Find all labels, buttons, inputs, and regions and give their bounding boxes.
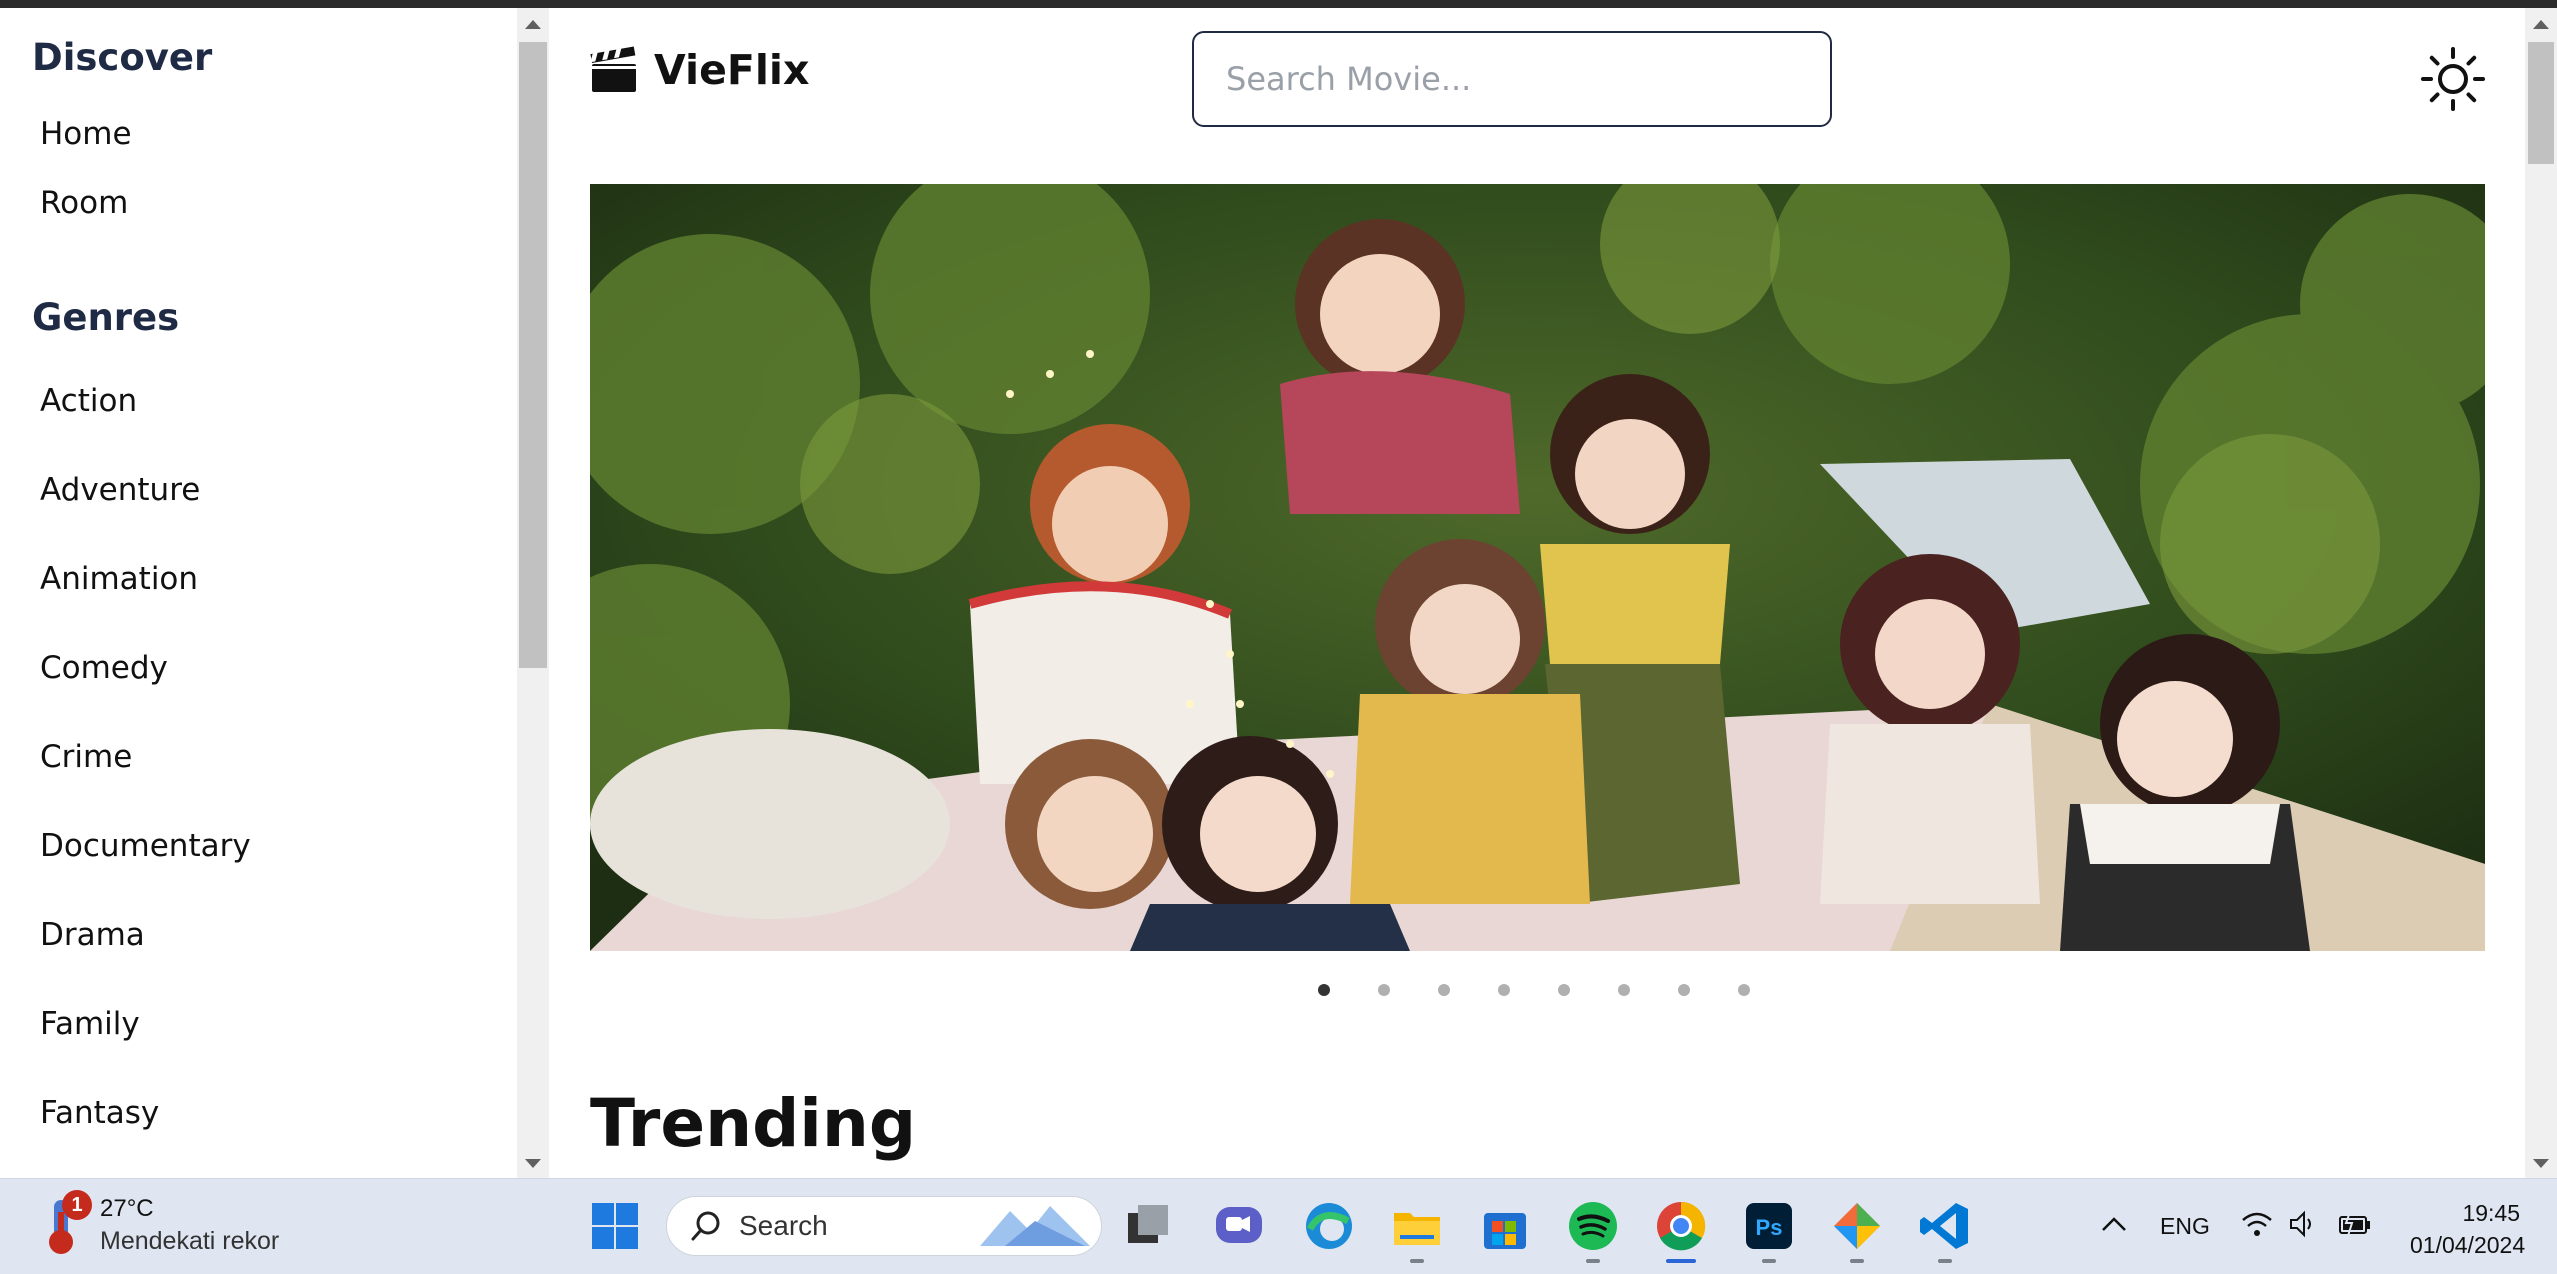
sidebar-scroll-thumb[interactable] xyxy=(519,42,547,668)
running-indicator xyxy=(1938,1259,1952,1263)
start-icon[interactable] xyxy=(588,1199,642,1253)
group-photo-illustration xyxy=(590,184,2485,951)
carousel-dot[interactable] xyxy=(1678,984,1690,996)
search-icon xyxy=(691,1211,720,1241)
taskbar-search[interactable]: Search xyxy=(666,1196,1102,1256)
sidebar-scrollbar[interactable] xyxy=(517,8,549,1178)
language-indicator[interactable]: ENG xyxy=(2160,1213,2210,1240)
file-explorer-icon[interactable] xyxy=(1390,1199,1444,1253)
search-highlight-icon xyxy=(980,1206,1090,1246)
weather-alert-badge: 1 xyxy=(62,1189,92,1220)
carousel-dot[interactable] xyxy=(1318,984,1330,996)
carousel-dot[interactable] xyxy=(1378,984,1390,996)
running-indicator xyxy=(1762,1259,1776,1263)
sidebar-item-room[interactable]: Room xyxy=(40,185,128,221)
sidebar: Discover Home Room Genres Action Adventu… xyxy=(0,8,517,1178)
trending-heading: Trending xyxy=(590,1085,917,1162)
genre-item-action[interactable]: Action xyxy=(40,383,137,419)
genre-item-comedy[interactable]: Comedy xyxy=(40,650,168,686)
window-top-border xyxy=(0,0,2557,8)
running-indicator xyxy=(1410,1259,1424,1263)
clock-time: 19:45 xyxy=(2462,1200,2520,1226)
weather-temperature: 27°C xyxy=(100,1195,154,1222)
carousel-dot[interactable] xyxy=(1498,984,1510,996)
clock-date: 01/04/2024 xyxy=(2410,1232,2526,1258)
search-input[interactable] xyxy=(1192,31,1832,127)
task-view-icon[interactable] xyxy=(1122,1199,1176,1253)
genre-item-crime[interactable]: Crime xyxy=(40,739,132,775)
weather-description: Mendekati rekor xyxy=(100,1227,280,1255)
photoshop-icon[interactable]: Ps xyxy=(1742,1199,1796,1253)
spotify-icon[interactable] xyxy=(1566,1199,1620,1253)
weather-widget[interactable]: 1 27°C Mendekati rekor xyxy=(40,1189,280,1256)
discover-heading: Discover xyxy=(32,36,213,79)
store-icon[interactable] xyxy=(1478,1199,1532,1253)
scroll-down-arrow-icon[interactable] xyxy=(2533,1159,2549,1168)
sun-icon[interactable] xyxy=(2420,46,2486,112)
battery-icon[interactable] xyxy=(2336,1209,2372,1239)
genre-item-drama[interactable]: Drama xyxy=(40,917,145,953)
wifi-icon[interactable] xyxy=(2240,1209,2274,1239)
running-indicator xyxy=(1586,1259,1600,1263)
svg-text:Ps: Ps xyxy=(1756,1215,1783,1240)
genre-item-family[interactable]: Family xyxy=(40,1006,140,1042)
carousel-dot[interactable] xyxy=(1738,984,1750,996)
system-clock[interactable]: 19:45 01/04/2024 xyxy=(2410,1197,2526,1261)
edge-icon[interactable] xyxy=(1302,1199,1356,1253)
chrome-icon[interactable] xyxy=(1654,1199,1708,1253)
scroll-down-arrow-icon[interactable] xyxy=(525,1159,541,1168)
carousel-dots xyxy=(1318,984,1750,996)
chat-icon[interactable] xyxy=(1212,1199,1266,1253)
genre-item-documentary[interactable]: Documentary xyxy=(40,828,251,864)
taskbar: 1 27°C Mendekati rekor Search Ps ENG 19:… xyxy=(0,1178,2557,1274)
chevron-up-icon[interactable] xyxy=(2100,1213,2128,1235)
logo-text: VieFlix xyxy=(654,46,810,94)
taskbar-search-label: Search xyxy=(739,1210,828,1241)
vscode-icon[interactable] xyxy=(1918,1199,1972,1253)
thermometer-icon: 1 xyxy=(40,1189,92,1256)
scroll-up-arrow-icon[interactable] xyxy=(2533,20,2549,29)
carousel-banner-image[interactable] xyxy=(590,184,2485,951)
carousel-dot[interactable] xyxy=(1618,984,1630,996)
app-icon[interactable] xyxy=(1830,1199,1884,1253)
sidebar-item-home[interactable]: Home xyxy=(40,116,132,152)
genre-item-animation[interactable]: Animation xyxy=(40,561,198,597)
main-scroll-thumb[interactable] xyxy=(2528,42,2554,164)
carousel-dot[interactable] xyxy=(1438,984,1450,996)
carousel-dot[interactable] xyxy=(1558,984,1570,996)
volume-icon[interactable] xyxy=(2288,1209,2318,1239)
main-scrollbar[interactable] xyxy=(2525,8,2557,1178)
genre-item-adventure[interactable]: Adventure xyxy=(40,472,200,508)
logo[interactable]: VieFlix xyxy=(590,46,809,94)
scroll-up-arrow-icon[interactable] xyxy=(525,20,541,29)
genre-item-fantasy[interactable]: Fantasy xyxy=(40,1095,159,1131)
genres-heading: Genres xyxy=(32,296,180,339)
clapperboard-icon xyxy=(590,46,636,92)
running-indicator xyxy=(1850,1259,1864,1263)
active-app-indicator xyxy=(1666,1259,1696,1263)
